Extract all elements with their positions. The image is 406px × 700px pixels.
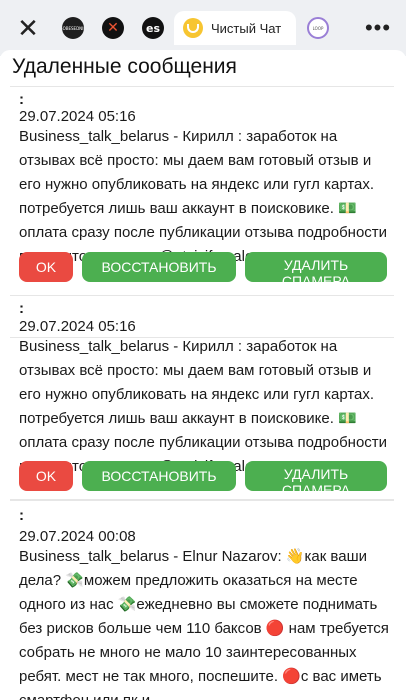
ok-button[interactable]: OK	[19, 461, 73, 491]
message-prefix: :	[19, 300, 24, 317]
message-prefix: :	[19, 507, 24, 524]
delete-spammer-label: УДАЛИТЬ СПАМЕРА	[281, 466, 351, 491]
more-button[interactable]: •••	[360, 14, 396, 42]
message-text: Business_talk_belarus - Кирилл : заработ…	[19, 338, 388, 475]
tab-channel-loop[interactable]: LOOP	[307, 17, 329, 39]
message-text: Business_talk_belarus - Кирилл : заработ…	[19, 128, 388, 265]
delete-spammer-button[interactable]: УДАЛИТЬ СПАМЕРА	[245, 252, 387, 282]
delete-spammer-label: УДАЛИТЬ СПАМЕРА	[281, 257, 351, 282]
close-icon: ✕	[17, 12, 39, 43]
message-card: : 29.07.2024 05:16 Business_talk_belarus…	[10, 295, 394, 501]
tab-channel-x[interactable]: ✕	[102, 17, 124, 39]
page-title: Удаленные сообщения	[12, 55, 237, 78]
channel-icon-es: es	[145, 21, 160, 35]
message-date: 29.07.2024 05:16	[19, 108, 136, 125]
channel-icon-x: ✕	[107, 20, 119, 36]
tab-channel-1[interactable]: SOBESEDNIK	[62, 17, 84, 39]
close-button[interactable]: ✕	[10, 10, 46, 46]
tab-channel-es[interactable]: es	[142, 17, 164, 39]
smiley-icon	[183, 18, 203, 38]
message-text: Business_talk_belarus - Elnur Nazarov: 👋…	[19, 548, 389, 700]
ok-button[interactable]: OK	[19, 252, 73, 282]
channel-icon-loop: LOOP	[312, 25, 324, 31]
delete-spammer-button[interactable]: УДАЛИТЬ СПАМЕРА	[245, 461, 387, 491]
tab-title: Чистый Чат	[211, 20, 282, 36]
main-content: Удаленные сообщения : 29.07.2024 05:16 B…	[0, 50, 406, 700]
channel-icon-1: SOBESEDNIK	[62, 25, 84, 31]
more-icon: •••	[364, 15, 392, 40]
message-card: : 29.07.2024 00:08 Business_talk_belarus…	[10, 499, 394, 700]
restore-button[interactable]: ВОССТАНОВИТЬ	[82, 252, 236, 282]
message-date: 29.07.2024 05:16	[19, 318, 136, 335]
message-prefix: :	[19, 91, 24, 108]
restore-button[interactable]: ВОССТАНОВИТЬ	[82, 461, 236, 491]
message-date: 29.07.2024 00:08	[19, 528, 136, 545]
tab-bar: ✕ SOBESEDNIK ✕ es Чистый Чат LOOP •••	[0, 0, 406, 56]
tab-clean-chat[interactable]: Чистый Чат	[174, 11, 296, 45]
